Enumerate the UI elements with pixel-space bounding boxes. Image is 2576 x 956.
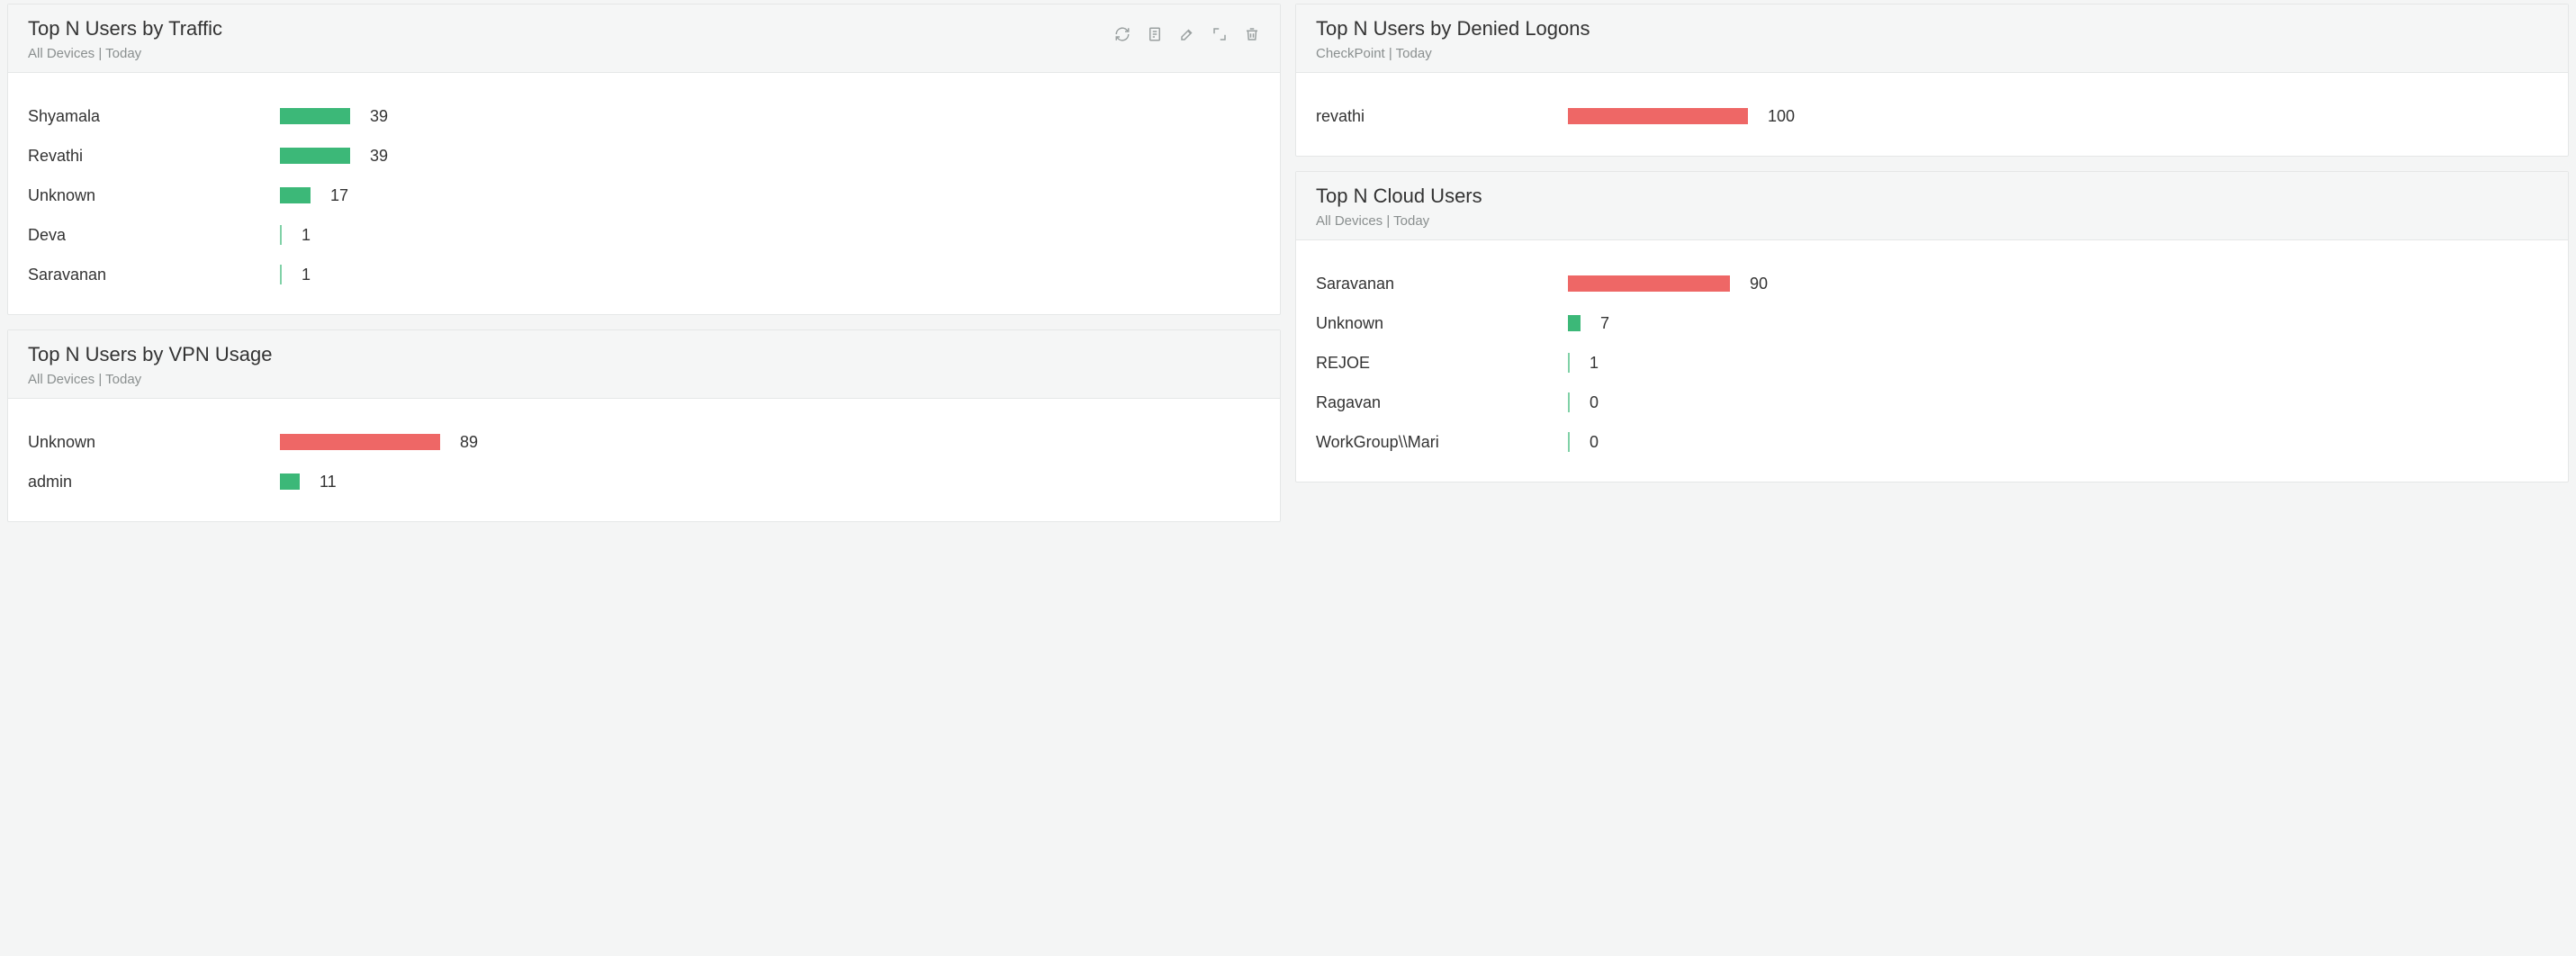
row-label: WorkGroup\\Mari bbox=[1316, 433, 1568, 452]
row-label: Unknown bbox=[1316, 314, 1568, 333]
chart-row: Unknown 7 bbox=[1316, 303, 2548, 343]
row-value: 39 bbox=[370, 107, 388, 126]
card-denied: Top N Users by Denied Logons CheckPoint … bbox=[1295, 4, 2569, 157]
row-value: 17 bbox=[330, 186, 348, 205]
row-label: Deva bbox=[28, 226, 280, 245]
card-titles: Top N Users by VPN Usage All Devices | T… bbox=[28, 343, 272, 387]
card-traffic: Top N Users by Traffic All Devices | Tod… bbox=[7, 4, 1281, 315]
card-subtitle: All Devices | Today bbox=[1316, 213, 1482, 229]
row-bar bbox=[280, 431, 440, 453]
dashboard: Top N Users by Traffic All Devices | Tod… bbox=[0, 0, 2576, 529]
row-label: REJOE bbox=[1316, 354, 1568, 373]
row-label: Unknown bbox=[28, 186, 280, 205]
card-cloud: Top N Cloud Users All Devices | Today Sa… bbox=[1295, 171, 2569, 483]
row-bar bbox=[280, 105, 350, 127]
card-header: Top N Users by VPN Usage All Devices | T… bbox=[8, 330, 1280, 399]
export-icon[interactable] bbox=[1147, 26, 1163, 42]
row-label: Saravanan bbox=[28, 266, 280, 284]
row-label: Saravanan bbox=[1316, 275, 1568, 293]
row-bar bbox=[1568, 312, 1581, 334]
row-label: Shyamala bbox=[28, 107, 280, 126]
card-titles: Top N Users by Traffic All Devices | Tod… bbox=[28, 17, 222, 61]
chart-body: revathi 100 bbox=[1296, 73, 2568, 156]
row-label: Ragavan bbox=[1316, 393, 1568, 412]
card-subtitle: CheckPoint | Today bbox=[1316, 46, 1590, 61]
chart-body: Unknown 89 admin 11 bbox=[8, 399, 1280, 521]
chart-body: Shyamala39Revathi39Unknown17Deva1Saravan… bbox=[8, 73, 1280, 314]
row-value: 89 bbox=[460, 433, 478, 452]
row-value: 7 bbox=[1600, 314, 1609, 333]
delete-icon[interactable] bbox=[1244, 26, 1260, 42]
row-bar bbox=[1568, 105, 1748, 127]
chart-row: Unknown 17 bbox=[28, 176, 1260, 215]
card-title: Top N Users by VPN Usage bbox=[28, 343, 272, 366]
chart-row: Shyamala 39 bbox=[28, 96, 1260, 136]
card-subtitle: All Devices | Today bbox=[28, 46, 222, 61]
chart-row: Saravanan 90 bbox=[1316, 264, 2548, 303]
row-value: 1 bbox=[1590, 354, 1599, 373]
chart-row: Revathi 39 bbox=[28, 136, 1260, 176]
row-value: 1 bbox=[302, 226, 311, 245]
row-value: 100 bbox=[1768, 107, 1795, 126]
card-subtitle: All Devices | Today bbox=[28, 372, 272, 387]
chart-body: Saravanan90Unknown7REJOE1Ragavan0WorkGro… bbox=[1296, 240, 2568, 482]
chart-row: Saravanan 1 bbox=[28, 255, 1260, 294]
row-value: 1 bbox=[302, 266, 311, 284]
expand-icon[interactable] bbox=[1211, 26, 1228, 42]
row-label: Revathi bbox=[28, 147, 280, 166]
chart-row: Unknown 89 bbox=[28, 422, 1260, 462]
card-title: Top N Cloud Users bbox=[1316, 185, 1482, 208]
row-bar bbox=[280, 145, 350, 167]
card-title: Top N Users by Traffic bbox=[28, 17, 222, 41]
row-bar bbox=[1568, 431, 1570, 453]
row-label: revathi bbox=[1316, 107, 1568, 126]
card-toolbar bbox=[1114, 17, 1260, 42]
edit-icon[interactable] bbox=[1179, 26, 1195, 42]
row-bar bbox=[280, 264, 282, 285]
chart-row: revathi 100 bbox=[1316, 96, 2548, 136]
card-vpn: Top N Users by VPN Usage All Devices | T… bbox=[7, 329, 1281, 522]
card-header: Top N Cloud Users All Devices | Today bbox=[1296, 172, 2568, 240]
card-header: Top N Users by Denied Logons CheckPoint … bbox=[1296, 5, 2568, 73]
chart-row: Ragavan 0 bbox=[1316, 383, 2548, 422]
row-bar bbox=[1568, 273, 1730, 294]
card-title: Top N Users by Denied Logons bbox=[1316, 17, 1590, 41]
row-label: admin bbox=[28, 473, 280, 492]
row-value: 0 bbox=[1590, 393, 1599, 412]
chart-row: REJOE 1 bbox=[1316, 343, 2548, 383]
chart-row: WorkGroup\\Mari 0 bbox=[1316, 422, 2548, 462]
row-value: 90 bbox=[1750, 275, 1768, 293]
row-bar bbox=[1568, 392, 1570, 413]
row-bar bbox=[280, 185, 311, 206]
row-bar bbox=[1568, 352, 1570, 374]
row-value: 0 bbox=[1590, 433, 1599, 452]
row-bar bbox=[280, 471, 300, 492]
refresh-icon[interactable] bbox=[1114, 26, 1130, 42]
chart-row: Deva 1 bbox=[28, 215, 1260, 255]
row-label: Unknown bbox=[28, 433, 280, 452]
left-column: Top N Users by Traffic All Devices | Tod… bbox=[7, 4, 1281, 522]
row-bar bbox=[280, 224, 282, 246]
row-value: 39 bbox=[370, 147, 388, 166]
card-titles: Top N Cloud Users All Devices | Today bbox=[1316, 185, 1482, 229]
chart-row: admin 11 bbox=[28, 462, 1260, 501]
row-value: 11 bbox=[320, 473, 337, 492]
card-titles: Top N Users by Denied Logons CheckPoint … bbox=[1316, 17, 1590, 61]
right-column: Top N Users by Denied Logons CheckPoint … bbox=[1295, 4, 2569, 522]
card-header: Top N Users by Traffic All Devices | Tod… bbox=[8, 5, 1280, 73]
